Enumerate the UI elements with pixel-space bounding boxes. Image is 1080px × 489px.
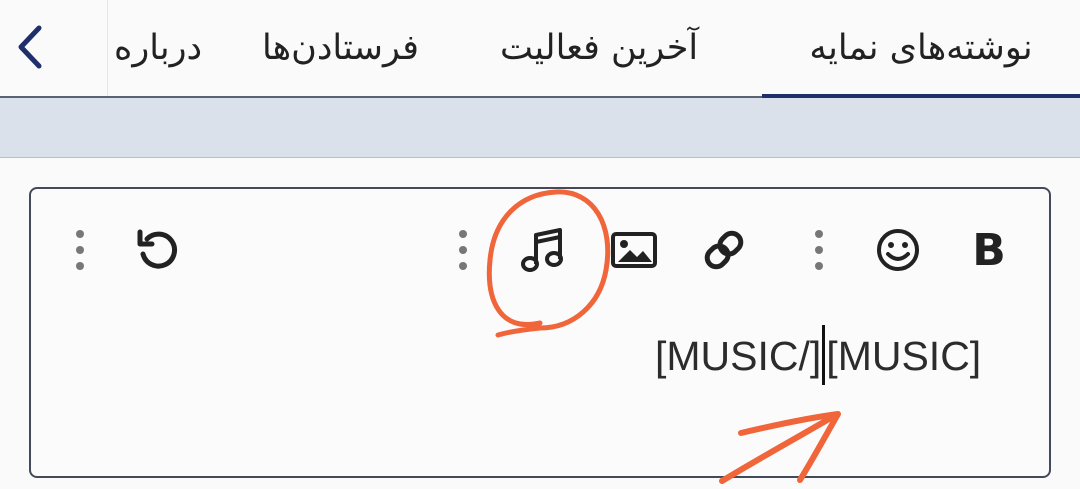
- tab-separator: [107, 0, 108, 96]
- tab-label: آخرین فعالیت: [500, 28, 699, 68]
- tab-profile-posts[interactable]: نوشته‌های نمایه: [762, 0, 1080, 100]
- bold-icon[interactable]: B: [961, 222, 1017, 278]
- music-icon[interactable]: [516, 222, 572, 278]
- section-band: [0, 98, 1080, 158]
- tab-latest-activity[interactable]: آخرین فعالیت: [500, 0, 698, 96]
- tab-label: درباره: [114, 28, 203, 68]
- tab-label: فرستادن‌ها: [262, 28, 420, 68]
- tab-about[interactable]: درباره: [114, 0, 202, 96]
- chevron-left-icon[interactable]: [8, 14, 52, 80]
- editor-text-closing-tag: [MUSIC/]: [655, 333, 822, 379]
- image-icon[interactable]: [606, 222, 662, 278]
- tab-bar: درباره فرستادن‌ها آخرین فعالیت نوشته‌های…: [0, 0, 1080, 100]
- more-vertical-icon[interactable]: [791, 222, 847, 278]
- link-icon[interactable]: [696, 222, 752, 278]
- bold-label: B: [972, 224, 1006, 276]
- tab-postings[interactable]: فرستادن‌ها: [262, 0, 419, 96]
- more-vertical-icon[interactable]: [52, 222, 108, 278]
- editor-text[interactable]: [MUSIC/] [MUSIC]: [655, 325, 982, 386]
- smiley-icon[interactable]: [870, 222, 926, 278]
- tab-label: نوشته‌های نمایه: [809, 28, 1033, 68]
- editor-text-opening-tag: [MUSIC]: [826, 333, 982, 379]
- undo-icon[interactable]: [130, 222, 186, 278]
- text-caret: [822, 325, 826, 386]
- more-vertical-icon[interactable]: [435, 222, 491, 278]
